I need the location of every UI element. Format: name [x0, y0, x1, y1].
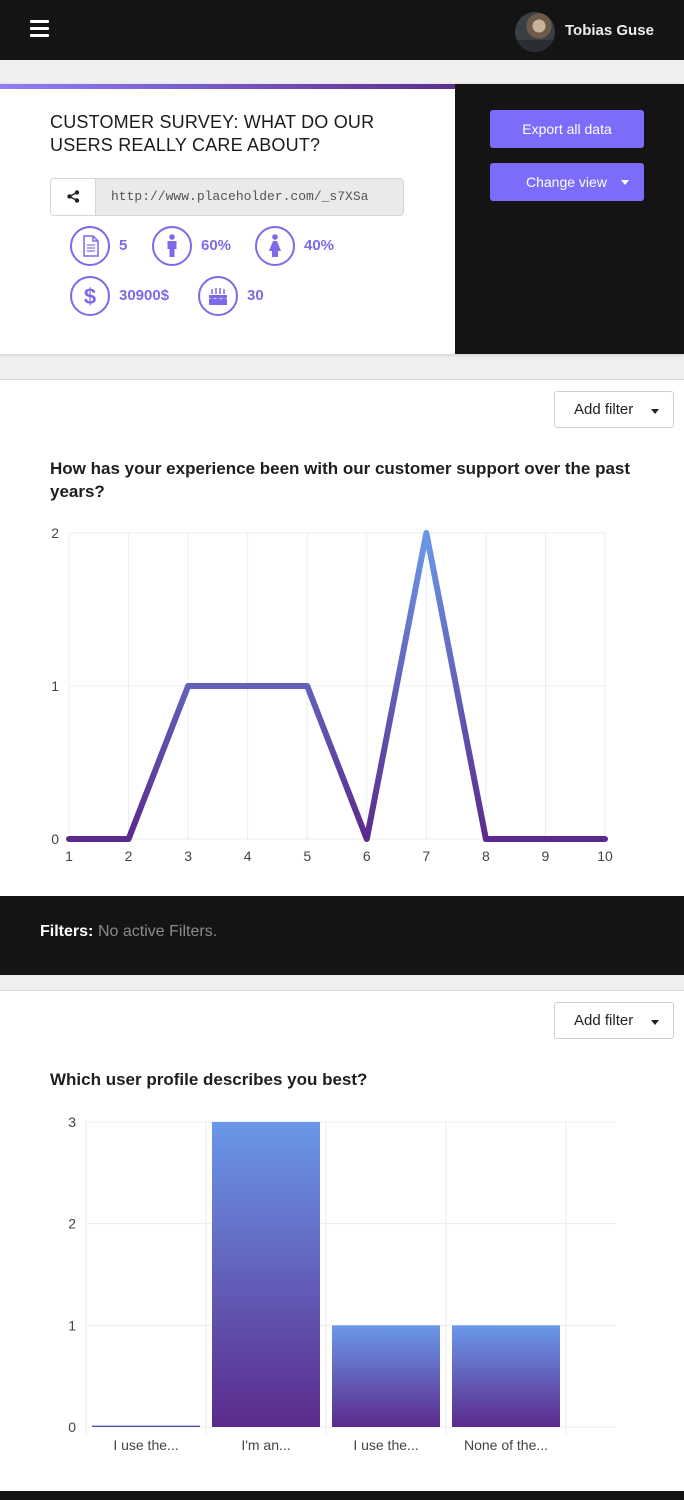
filters-label: Filters:	[40, 923, 94, 940]
bar[interactable]	[332, 1325, 440, 1427]
bar[interactable]	[92, 1425, 200, 1428]
y-tick-label: 1	[68, 1317, 76, 1333]
menu-icon[interactable]	[30, 20, 49, 38]
survey-title: CUSTOMER SURVEY: WHAT DO OUR USERS REALL…	[50, 112, 375, 155]
share-url[interactable]: http://www.placeholder.com/_s7XSa	[111, 189, 368, 204]
stat-age-value: 30	[247, 287, 264, 304]
data-point	[426, 533, 427, 534]
data-point	[485, 839, 486, 840]
dollar-icon: $	[70, 276, 110, 316]
bar[interactable]	[212, 1122, 320, 1427]
x-tick-label: 4	[244, 848, 252, 864]
svg-text:$: $	[84, 284, 96, 309]
stat-responses-value: 5	[119, 237, 128, 254]
stat-male-value: 60%	[201, 237, 232, 254]
y-tick-label: 1	[51, 678, 59, 694]
data-point	[545, 839, 546, 840]
data-point	[69, 839, 70, 840]
y-tick-label: 2	[68, 1216, 76, 1232]
export-all-data-button[interactable]: Export all data	[490, 110, 644, 148]
stat-income-value: 30900$	[119, 287, 170, 304]
y-tick-label: 0	[68, 1419, 76, 1435]
x-tick-label: 9	[542, 848, 550, 864]
data-point	[247, 686, 248, 687]
survey-header-card: CUSTOMER SURVEY: WHAT DO OUR USERS REALL…	[0, 84, 684, 354]
birthday-cake-icon	[198, 276, 238, 316]
header-accent-bar	[0, 84, 455, 89]
y-tick-label: 2	[51, 525, 59, 541]
filters-status: No active Filters.	[98, 923, 218, 940]
y-tick-label: 3	[68, 1114, 76, 1130]
x-tick-label: 6	[363, 848, 371, 864]
data-point	[307, 686, 308, 687]
x-tick-label: 5	[303, 848, 311, 864]
x-tick-label: I use the...	[353, 1437, 418, 1453]
x-tick-label: 7	[422, 848, 430, 864]
x-tick-label: 2	[125, 848, 133, 864]
bar[interactable]	[452, 1325, 560, 1427]
x-tick-label: 8	[482, 848, 490, 864]
data-point	[128, 839, 129, 840]
share-icon[interactable]	[51, 179, 96, 215]
y-tick-label: 0	[51, 831, 59, 847]
document-icon	[70, 226, 110, 266]
change-view-button[interactable]: Change view	[490, 163, 644, 201]
x-tick-label: I'm an...	[241, 1437, 290, 1453]
bar-chart: 0 1 2 3 I use the... I'm an... I use the... Non…	[68, 1114, 616, 1453]
top-bar: Tobias Guse	[0, 0, 684, 60]
x-tick-label: 3	[184, 848, 192, 864]
x-tick-label: I use the...	[113, 1437, 178, 1453]
avatar[interactable]	[515, 12, 555, 52]
data-point	[605, 839, 606, 840]
question-card-1: Add filter How has your experience been …	[0, 379, 684, 896]
filters-bar: Filters: No active Filters.	[0, 896, 684, 975]
data-point	[366, 839, 367, 840]
data-point	[188, 686, 189, 687]
male-icon	[152, 226, 192, 266]
caret-down-icon	[621, 180, 629, 185]
change-view-label: Change view	[526, 174, 607, 190]
x-tick-label: None of the...	[464, 1437, 548, 1453]
female-icon	[255, 226, 295, 266]
user-name[interactable]: Tobias Guse	[565, 22, 654, 39]
x-tick-label: 1	[65, 848, 73, 864]
stat-female-value: 40%	[304, 237, 335, 254]
x-tick-label: 10	[597, 848, 613, 864]
bottom-bar	[0, 1491, 684, 1500]
share-link-box[interactable]: http://www.placeholder.com/_s7XSa	[50, 178, 404, 216]
question-card-2: Add filter Which user profile describes …	[0, 990, 684, 1491]
line-chart: 1 2 3 4 5 6 7 8 9 10012	[51, 525, 613, 864]
